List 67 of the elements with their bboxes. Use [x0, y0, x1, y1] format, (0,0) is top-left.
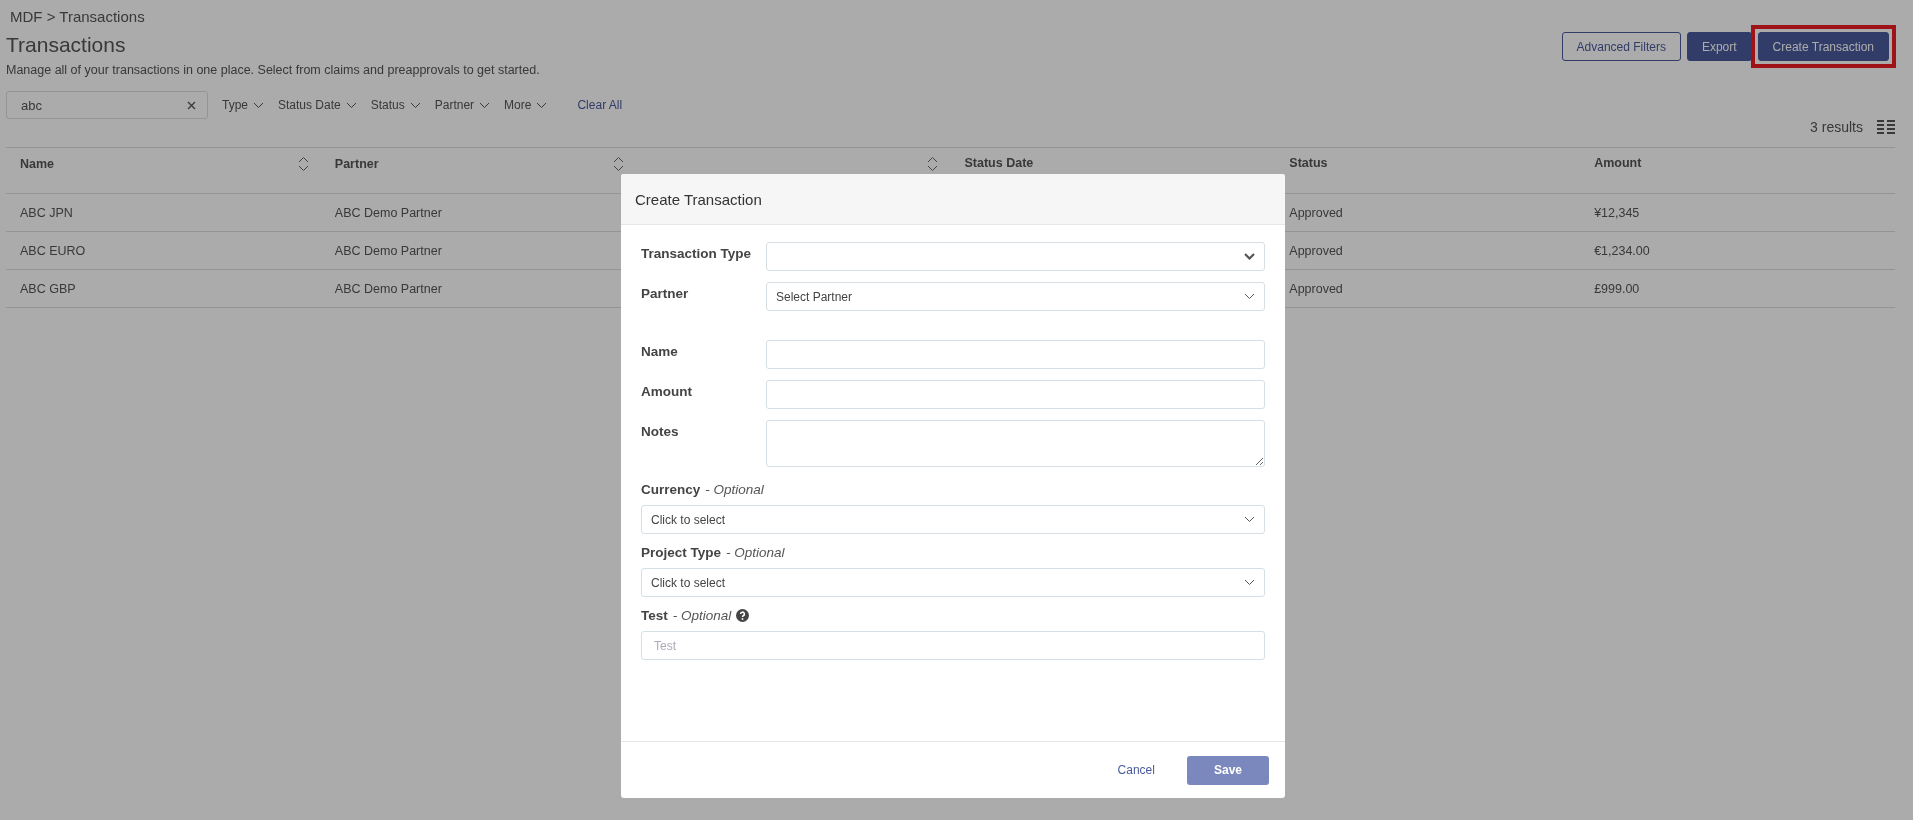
chevron-down-icon: [409, 101, 421, 109]
list-view-icon[interactable]: [1877, 120, 1895, 134]
clear-all-link[interactable]: Clear All: [577, 98, 623, 112]
chevron-down-icon: [253, 101, 264, 109]
input-field[interactable]: [766, 380, 1265, 409]
optional-note: - Optional: [726, 545, 785, 560]
column-header: Partner: [334, 157, 379, 171]
select-field[interactable]: Click to select: [641, 505, 1265, 534]
textarea-field[interactable]: [766, 420, 1265, 467]
cancel-button[interactable]: Cancel: [1111, 762, 1161, 778]
page-title: Transactions: [6, 33, 126, 57]
action-button[interactable]: Export: [1686, 32, 1752, 61]
field-label: Project Type: [641, 545, 722, 560]
column-header: Status: [1289, 156, 1328, 170]
filter-dropdown[interactable]: Partner: [434, 98, 491, 112]
table-cell: ABC Demo Partner: [334, 281, 442, 296]
chevron-down-icon: [1244, 516, 1255, 523]
input-field[interactable]: [766, 340, 1265, 369]
column-header: Status Date: [964, 156, 1034, 170]
action-button[interactable]: Create Transaction: [1757, 32, 1889, 61]
optional-note: - Optional: [672, 608, 732, 623]
table-cell: ABC JPN: [20, 205, 73, 220]
breadcrumb: MDF > Transactions: [10, 8, 145, 25]
input-field[interactable]: Test: [641, 631, 1265, 660]
sort-icon[interactable]: [297, 156, 309, 172]
help-icon[interactable]: [736, 609, 750, 622]
filter-dropdown[interactable]: Status Date: [278, 98, 357, 112]
sort-icon[interactable]: [612, 156, 624, 172]
filter-dropdown[interactable]: More: [504, 98, 548, 112]
table-cell: £999.00: [1594, 281, 1640, 296]
filter-dropdown[interactable]: Type: [222, 98, 264, 112]
select-field[interactable]: [766, 242, 1265, 271]
select-field[interactable]: Click to select: [641, 568, 1265, 597]
chevron-down-icon: [1244, 293, 1255, 300]
table-cell: ABC Demo Partner: [334, 205, 442, 220]
table-cell: Approved: [1289, 205, 1343, 220]
sort-icon[interactable]: [927, 156, 939, 172]
dialog-title: Create Transaction: [635, 190, 762, 208]
field-label: Notes: [641, 424, 679, 439]
field-label: Amount: [641, 384, 692, 399]
chevron-down-icon: [479, 101, 491, 109]
field-label: Name: [641, 344, 678, 359]
select-field[interactable]: Select Partner: [766, 282, 1265, 311]
table-cell: ABC Demo Partner: [334, 243, 442, 258]
optional-note: - Optional: [705, 482, 764, 497]
field-label: Transaction Type: [641, 246, 752, 261]
table-cell: €1,234.00: [1594, 243, 1650, 258]
field-label: Partner: [641, 286, 689, 301]
column-header: Amount: [1594, 156, 1642, 170]
page-description: Manage all of your transactions in one place. Select from claims and preapprovals to get started.: [6, 63, 540, 77]
chevron-down-icon: [1244, 253, 1255, 260]
table-cell: Approved: [1289, 243, 1343, 258]
filter-dropdown[interactable]: Status: [370, 98, 421, 112]
field-label: Currency: [641, 482, 701, 497]
column-header: Name: [20, 157, 55, 171]
table-cell: ABC EURO: [20, 243, 86, 258]
table-cell: Approved: [1289, 281, 1343, 296]
search-field[interactable]: abc: [6, 91, 208, 119]
results-count: 3 results: [1810, 119, 1863, 135]
table-cell: ¥12,345: [1594, 205, 1640, 220]
clear-icon[interactable]: [187, 101, 196, 110]
field-label: Test: [641, 608, 668, 623]
chevron-down-icon: [345, 101, 357, 109]
chevron-down-icon: [536, 101, 548, 109]
action-button[interactable]: Advanced Filters: [1561, 32, 1681, 61]
table-cell: ABC GBP: [20, 281, 76, 296]
chevron-down-icon: [1244, 579, 1255, 586]
